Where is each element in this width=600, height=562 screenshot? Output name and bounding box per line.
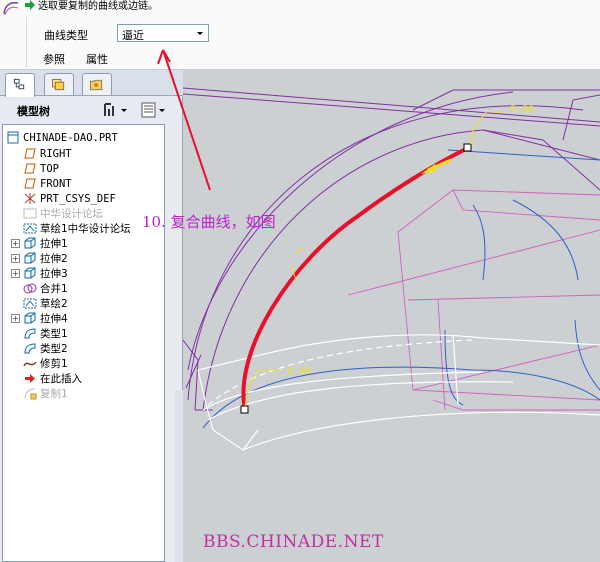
copy-curve-icon bbox=[24, 388, 37, 400]
insert-arrow-icon bbox=[25, 374, 35, 383]
model-tree-icon bbox=[13, 78, 25, 90]
list-item[interactable]: + 拉伸1 bbox=[11, 236, 68, 251]
list-item[interactable]: FRONT bbox=[23, 176, 72, 191]
curve-type-label: 曲线类型 bbox=[44, 29, 88, 42]
tab-folder[interactable] bbox=[82, 73, 112, 95]
tab-layers[interactable] bbox=[44, 73, 74, 95]
datum-plane-icon bbox=[24, 148, 36, 159]
curve-endpoint-handle[interactable] bbox=[463, 143, 472, 152]
tree-settings-icon[interactable] bbox=[101, 101, 129, 119]
watermark: BBS.CHINADE.NET bbox=[203, 532, 384, 552]
list-item[interactable]: 类型2 bbox=[23, 341, 68, 356]
dropdown-arrow-icon[interactable] bbox=[192, 25, 208, 41]
sketch-hidden-icon bbox=[23, 208, 37, 219]
navigator-panel: 模型树 CHINADE-DAO.PRT RIGHT TOP FRONT PRT_… bbox=[0, 70, 183, 562]
tab-model-tree[interactable] bbox=[5, 73, 35, 97]
list-item[interactable]: + 拉伸4 bbox=[11, 311, 68, 326]
extrude-icon bbox=[24, 267, 36, 279]
list-item[interactable]: + 拉伸3 bbox=[11, 266, 68, 281]
prompt-message: 选取要复制的曲线或边链。 bbox=[38, 1, 158, 12]
list-item[interactable]: 修剪1 bbox=[23, 356, 68, 371]
window-sash[interactable] bbox=[175, 390, 183, 562]
tab-properties[interactable]: 属性 bbox=[86, 51, 108, 67]
sketch-icon bbox=[23, 298, 37, 309]
list-item[interactable]: 中华设计论坛 bbox=[23, 206, 103, 221]
curve-type-value: 逼近 bbox=[122, 29, 144, 42]
tree-title: 模型树 bbox=[17, 105, 50, 118]
curve-endpoint-handle[interactable] bbox=[240, 405, 249, 414]
part-icon bbox=[7, 131, 19, 144]
sketch-icon bbox=[23, 223, 37, 234]
expand-icon[interactable]: + bbox=[11, 254, 20, 263]
trim-icon bbox=[23, 361, 37, 367]
folder-icon bbox=[90, 79, 103, 91]
list-item[interactable]: TOP bbox=[23, 161, 59, 176]
list-item[interactable]: 类型1 bbox=[23, 326, 68, 341]
extrude-icon bbox=[24, 237, 36, 249]
curve-type-select[interactable]: 逼近 bbox=[117, 24, 209, 42]
datum-plane-icon bbox=[24, 163, 36, 174]
tab-reference[interactable]: 参照 bbox=[43, 51, 65, 67]
insert-here[interactable]: 在此插入 bbox=[23, 371, 82, 386]
tree-header: 模型树 bbox=[0, 97, 183, 123]
list-item[interactable]: 合并1 bbox=[23, 281, 68, 296]
dashboard-divider bbox=[26, 17, 27, 67]
selected-curve[interactable] bbox=[241, 146, 469, 411]
layer-icon bbox=[52, 78, 65, 91]
datum-plane-icon bbox=[24, 178, 36, 189]
expand-icon[interactable]: + bbox=[11, 239, 20, 248]
list-item[interactable]: 草绘2 bbox=[23, 296, 68, 311]
list-item[interactable]: RIGHT bbox=[23, 146, 72, 161]
navigator-tabs bbox=[0, 70, 183, 97]
model-geometry: 0.00 0.00 bbox=[182, 87, 600, 451]
annotation-text: 10. 复合曲线，如图 bbox=[142, 213, 276, 231]
merge-icon bbox=[23, 283, 37, 294]
surface-icon bbox=[24, 343, 36, 354]
show-icon[interactable] bbox=[139, 101, 167, 119]
extrude-icon bbox=[24, 252, 36, 264]
green-arrow-icon bbox=[25, 0, 35, 10]
expand-icon[interactable]: + bbox=[11, 269, 20, 278]
list-item[interactable]: 草绘1中华设计论坛 bbox=[23, 221, 131, 236]
list-item[interactable]: 复制1 bbox=[23, 386, 68, 401]
surface-icon bbox=[24, 328, 36, 339]
dimension-top[interactable]: 0.00 bbox=[510, 104, 534, 115]
expand-icon[interactable]: + bbox=[11, 314, 20, 323]
list-item[interactable]: PRT_CSYS_DEF bbox=[23, 191, 116, 206]
copy-curve-icon bbox=[3, 2, 19, 16]
list-item[interactable]: + 拉伸2 bbox=[11, 251, 68, 266]
graphics-window[interactable]: 0.00 0.00 bbox=[182, 70, 600, 562]
dashboard: 选取要复制的曲线或边链。 曲线类型 逼近 参照 属性 bbox=[0, 0, 600, 70]
extrude-icon bbox=[24, 312, 36, 324]
model-tree: CHINADE-DAO.PRT RIGHT TOP FRONT PRT_CSYS… bbox=[2, 124, 165, 562]
dimension-bottom[interactable]: 0.00 bbox=[287, 366, 311, 377]
coordinate-system-icon bbox=[24, 193, 36, 204]
tree-root[interactable]: CHINADE-DAO.PRT bbox=[6, 130, 118, 145]
